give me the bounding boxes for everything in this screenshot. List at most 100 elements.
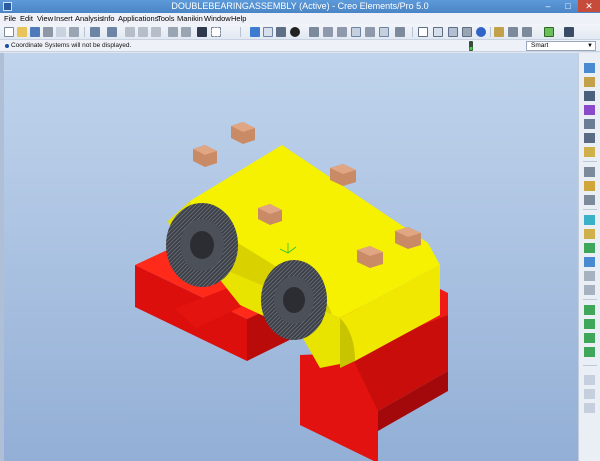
- menu-help[interactable]: Help: [231, 14, 246, 23]
- rib-icon[interactable]: [584, 375, 595, 385]
- maximize-button[interactable]: □: [558, 0, 578, 12]
- refit-view-icon[interactable]: [351, 27, 361, 37]
- saved-views-icon[interactable]: [379, 27, 389, 37]
- toolbar-separator: [490, 27, 491, 37]
- menu-file[interactable]: File: [4, 14, 16, 23]
- analysis-icon[interactable]: [584, 147, 595, 157]
- datum-axis-icon[interactable]: [584, 77, 595, 87]
- toolbar-separator: [240, 27, 241, 37]
- sketch-icon[interactable]: [584, 91, 595, 101]
- regenerate-icon[interactable]: [168, 27, 178, 37]
- menu-view[interactable]: View: [37, 14, 53, 23]
- message-bar: Coordinate Systems will not be displayed…: [0, 40, 600, 52]
- refit-icon[interactable]: [263, 27, 273, 37]
- repaint-icon[interactable]: [250, 27, 260, 37]
- bolt-head: [193, 145, 217, 167]
- mirror-icon[interactable]: [584, 243, 595, 253]
- redo-icon[interactable]: [107, 27, 117, 37]
- shell-icon[interactable]: [584, 333, 595, 343]
- create-component-icon[interactable]: [584, 181, 595, 191]
- datum-planes-icon[interactable]: [494, 27, 504, 37]
- close-button[interactable]: ✕: [578, 0, 600, 12]
- status-message: Coordinate Systems will not be displayed…: [11, 42, 132, 49]
- pattern-icon[interactable]: [584, 257, 595, 267]
- graphics-window[interactable]: [0, 53, 578, 461]
- datum-point-icon[interactable]: [584, 119, 595, 129]
- assemble-icon[interactable]: [584, 229, 595, 239]
- context-help-icon[interactable]: [564, 27, 574, 37]
- reorient-icon[interactable]: [365, 27, 375, 37]
- hole-icon[interactable]: [584, 285, 595, 295]
- new-icon[interactable]: [4, 27, 14, 37]
- menu-window[interactable]: Window: [204, 14, 231, 23]
- round-icon[interactable]: [584, 305, 595, 315]
- copy-icon[interactable]: [69, 27, 79, 37]
- add-component-icon[interactable]: [584, 167, 595, 177]
- left-splitter[interactable]: [0, 53, 4, 461]
- draft-icon[interactable]: [584, 347, 595, 357]
- datum-plane-icon[interactable]: [584, 63, 595, 73]
- package-icon[interactable]: [584, 195, 595, 205]
- bearing-right[interactable]: [261, 260, 327, 340]
- title-bar: DOUBLEBEARINGASSEMBLY (Active) - Creo El…: [0, 0, 600, 13]
- no-hidden-icon[interactable]: [448, 27, 458, 37]
- toolbar-separator: [412, 27, 413, 37]
- toolbar-separator: [583, 209, 597, 210]
- sweep-icon[interactable]: [584, 389, 595, 399]
- coordinate-system-icon[interactable]: [584, 133, 595, 143]
- bolt-head: [231, 122, 255, 144]
- toolbar-separator: [583, 365, 597, 366]
- select-box-icon[interactable]: [211, 27, 221, 37]
- repeat-icon[interactable]: [584, 215, 595, 225]
- selection-filter-value: Smart: [531, 42, 549, 49]
- menu-analysis[interactable]: Analysis: [75, 14, 103, 23]
- selection-filter-dropdown[interactable]: Smart ▼: [526, 41, 596, 51]
- bearing-left[interactable]: [166, 203, 238, 287]
- main-toolbar: [0, 24, 600, 40]
- paste-special-icon[interactable]: [151, 27, 161, 37]
- blend-icon[interactable]: [584, 403, 595, 413]
- shaded-icon[interactable]: [462, 27, 472, 37]
- orient-icon[interactable]: [276, 27, 286, 37]
- datum-axes-icon[interactable]: [508, 27, 518, 37]
- chamfer-icon[interactable]: [584, 319, 595, 329]
- hidden-line-icon[interactable]: [433, 27, 443, 37]
- datum-points-icon[interactable]: [522, 27, 532, 37]
- traffic-light-icon[interactable]: [467, 41, 475, 51]
- info-bullet-icon: [5, 44, 9, 48]
- feature-toolbar: [578, 53, 600, 461]
- wireframe-icon[interactable]: [418, 27, 428, 37]
- menu-edit[interactable]: Edit: [20, 14, 33, 23]
- binoculars-icon[interactable]: [197, 27, 207, 37]
- window-title: DOUBLEBEARINGASSEMBLY (Active) - Creo El…: [171, 1, 429, 11]
- menu-insert[interactable]: Insert: [54, 14, 73, 23]
- find-icon[interactable]: [181, 27, 191, 37]
- menu-tools[interactable]: Tools: [157, 14, 175, 23]
- cut-icon[interactable]: [125, 27, 135, 37]
- coordinate-systems-icon[interactable]: [544, 27, 554, 37]
- enhanced-realism-icon[interactable]: [476, 27, 486, 37]
- menu-manikin[interactable]: Manikin: [177, 14, 203, 23]
- toolbar-separator: [583, 161, 597, 162]
- spin-center-icon[interactable]: [309, 27, 319, 37]
- cut-icon[interactable]: [584, 271, 595, 281]
- minimize-button[interactable]: –: [538, 0, 558, 12]
- datum-curve-icon[interactable]: [584, 105, 595, 115]
- paste-icon[interactable]: [138, 27, 148, 37]
- layers-icon[interactable]: [395, 27, 405, 37]
- email-icon[interactable]: [56, 27, 66, 37]
- zoom-out-icon[interactable]: [337, 27, 347, 37]
- menu-bar: File Edit View Insert Analysis Info Appl…: [0, 13, 600, 24]
- shading-icon[interactable]: [290, 27, 300, 37]
- save-icon[interactable]: [30, 27, 40, 37]
- assembly-model[interactable]: [0, 53, 578, 461]
- print-icon[interactable]: [43, 27, 53, 37]
- zoom-in-icon[interactable]: [323, 27, 333, 37]
- chevron-down-icon: ▼: [587, 43, 593, 49]
- undo-icon[interactable]: [90, 27, 100, 37]
- menu-applications[interactable]: Applications: [118, 14, 158, 23]
- toolbar-separator: [84, 27, 85, 37]
- menu-info[interactable]: Info: [102, 14, 115, 23]
- open-icon[interactable]: [17, 27, 27, 37]
- toolbar-separator: [583, 299, 597, 300]
